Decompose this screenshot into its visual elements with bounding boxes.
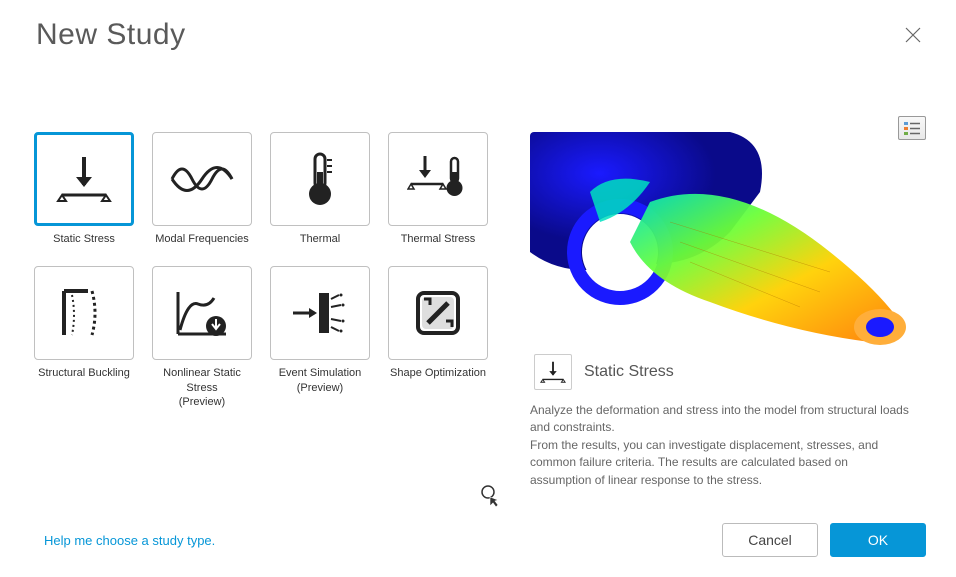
study-label: Nonlinear Static Stress (Preview)	[150, 366, 254, 409]
modal-frequencies-icon	[170, 154, 234, 204]
ok-button[interactable]: OK	[830, 523, 926, 557]
study-label: Thermal Stress	[401, 232, 476, 246]
study-structural-buckling[interactable]: Structural Buckling	[32, 266, 136, 409]
study-type-grid: Static Stress Modal Frequencies	[32, 132, 490, 489]
preview-image	[530, 132, 910, 362]
study-thermal[interactable]: Thermal	[268, 132, 372, 246]
study-shape-optimization[interactable]: Shape Optimization	[386, 266, 490, 409]
thermal-icon	[300, 150, 340, 208]
structural-buckling-icon	[58, 285, 110, 341]
cancel-button[interactable]: Cancel	[722, 523, 818, 557]
static-stress-icon	[539, 358, 567, 386]
dialog-footer: Help me choose a study type. Cancel OK	[0, 523, 956, 557]
static-stress-icon	[54, 149, 114, 209]
preview-pane: Static Stress Analyze the deformation an…	[530, 132, 926, 489]
dialog-title: New Study	[36, 18, 186, 52]
detail-description: Analyze the deformation and stress into …	[530, 402, 910, 489]
study-static-stress[interactable]: Static Stress	[32, 132, 136, 246]
study-modal-frequencies[interactable]: Modal Frequencies	[150, 132, 254, 246]
help-link[interactable]: Help me choose a study type.	[44, 533, 215, 548]
button-row: Cancel OK	[722, 523, 926, 557]
new-study-dialog: New Study Static Stress	[0, 0, 956, 577]
event-simulation-icon	[289, 289, 351, 337]
study-label: Static Stress	[53, 232, 115, 246]
thermal-stress-icon	[407, 152, 469, 206]
close-button[interactable]	[900, 22, 926, 48]
detail-name: Static Stress	[584, 363, 674, 381]
dialog-content: Static Stress Modal Frequencies	[0, 52, 956, 489]
study-nonlinear-static-stress[interactable]: Nonlinear Static Stress (Preview)	[150, 266, 254, 409]
close-icon	[904, 26, 922, 44]
study-tile	[34, 132, 134, 226]
study-label: Thermal	[300, 232, 340, 246]
study-event-simulation[interactable]: Event Simulation (Preview)	[268, 266, 372, 409]
study-thermal-stress[interactable]: Thermal Stress	[386, 132, 490, 246]
shape-optimization-icon	[412, 287, 464, 339]
dialog-header: New Study	[0, 0, 956, 52]
study-label: Event Simulation (Preview)	[279, 366, 362, 395]
study-tile	[34, 266, 134, 360]
study-tile	[152, 132, 252, 226]
study-tile	[270, 266, 370, 360]
study-tile	[152, 266, 252, 360]
nonlinear-static-stress-icon	[172, 286, 232, 340]
study-label: Structural Buckling	[38, 366, 130, 380]
study-label: Shape Optimization	[390, 366, 486, 380]
study-label: Modal Frequencies	[155, 232, 249, 246]
study-tile	[388, 266, 488, 360]
study-tile	[270, 132, 370, 226]
study-tile	[388, 132, 488, 226]
